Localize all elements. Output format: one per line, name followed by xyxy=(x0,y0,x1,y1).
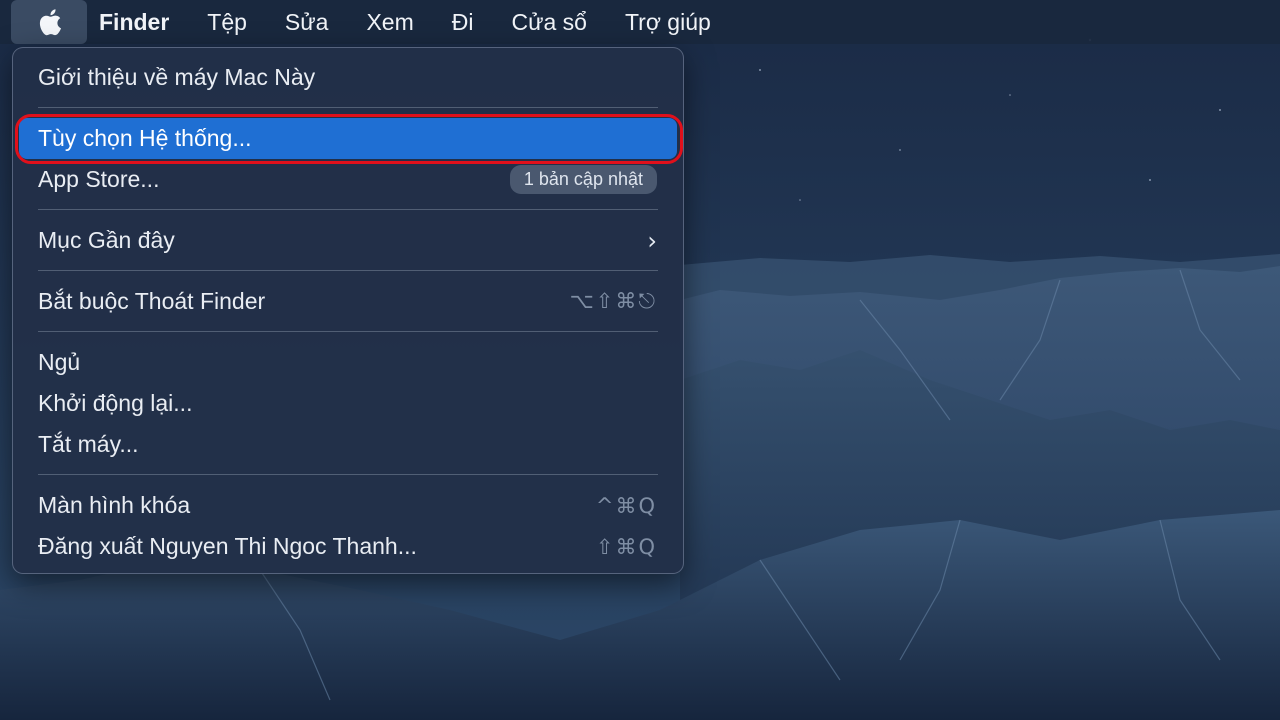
menu-separator xyxy=(38,209,658,210)
menu-separator xyxy=(38,474,658,475)
menu-item-label: Giới thiệu về máy Mac Này xyxy=(38,64,316,90)
menu-item-label: Bắt buộc Thoát Finder xyxy=(38,288,266,314)
chevron-right-icon: › xyxy=(647,226,657,255)
keyboard-shortcut: ^⌘Q xyxy=(595,493,657,518)
menu-separator xyxy=(38,270,658,271)
apple-menu-dropdown: Giới thiệu về máy Mac Này Tùy chọn Hệ th… xyxy=(12,47,684,574)
menu-item-shutdown[interactable]: Tắt máy... xyxy=(19,424,677,465)
menu-view[interactable]: Xem xyxy=(347,0,432,44)
menu-item-app-store[interactable]: App Store... 1 bản cập nhật xyxy=(19,159,677,200)
menu-go[interactable]: Đi xyxy=(433,0,493,44)
menu-item-about-this-mac[interactable]: Giới thiệu về máy Mac Này xyxy=(19,57,677,98)
highlight-annotation-ring xyxy=(15,114,683,164)
menu-window[interactable]: Cửa sổ xyxy=(492,0,605,44)
menu-finder[interactable]: Finder xyxy=(87,0,188,44)
menu-edit[interactable]: Sửa xyxy=(266,0,348,44)
keyboard-shortcut: ⌥⇧⌘⎋ xyxy=(569,289,657,313)
menu-item-label: Ngủ xyxy=(38,349,81,375)
menu-item-label: Tắt máy... xyxy=(38,431,139,457)
menu-item-label: Mục Gần đây xyxy=(38,227,175,253)
menu-item-label: Màn hình khóa xyxy=(38,492,191,518)
menu-file[interactable]: Tệp xyxy=(188,0,266,44)
menu-item-force-quit[interactable]: Bắt buộc Thoát Finder ⌥⇧⌘⎋ xyxy=(19,281,677,322)
apple-menu-button[interactable] xyxy=(11,0,87,44)
menu-item-lock-screen[interactable]: Màn hình khóa ^⌘Q xyxy=(19,485,677,526)
keyboard-shortcut: ⇧⌘Q xyxy=(595,534,657,559)
menu-item-sleep[interactable]: Ngủ xyxy=(19,342,677,383)
menu-item-label: Khởi động lại... xyxy=(38,390,193,416)
update-count-badge: 1 bản cập nhật xyxy=(509,165,657,194)
menu-item-label: Đăng xuất Nguyen Thi Ngoc Thanh... xyxy=(38,533,417,559)
menu-item-restart[interactable]: Khởi động lại... xyxy=(19,383,677,424)
menu-item-label: App Store... xyxy=(38,166,160,192)
menu-separator xyxy=(38,107,658,108)
menu-item-recent-items[interactable]: Mục Gần đây › xyxy=(19,220,677,261)
menu-bar: Finder Tệp Sửa Xem Đi Cửa sổ Trợ giúp xyxy=(0,0,1280,44)
menu-help[interactable]: Trợ giúp xyxy=(606,0,730,44)
menu-item-log-out[interactable]: Đăng xuất Nguyen Thi Ngoc Thanh... ⇧⌘Q xyxy=(19,526,677,567)
menu-separator xyxy=(38,331,658,332)
apple-logo-icon xyxy=(39,9,61,36)
